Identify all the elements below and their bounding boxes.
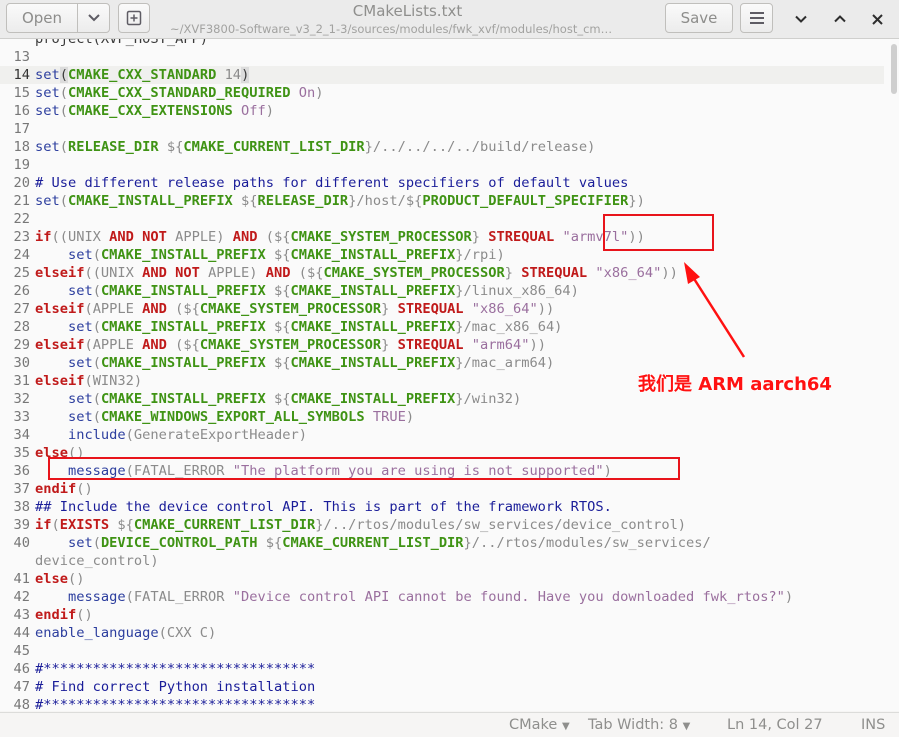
- language-label: CMake: [509, 717, 558, 733]
- status-bar: CMake ▼ Tab Width: 8 ▼ Ln 14, Col 27 INS: [0, 712, 899, 737]
- cursor-position[interactable]: Ln 14, Col 27: [727, 717, 823, 733]
- caret-down-icon: ▼: [682, 721, 691, 732]
- caret-down-icon: ▼: [561, 721, 570, 732]
- annotation-arrow: [684, 262, 746, 358]
- insert-mode: INS: [861, 717, 886, 733]
- language-selector[interactable]: CMake ▼: [509, 717, 570, 733]
- annotation-text: 我们是 ARM aarch64: [638, 374, 832, 395]
- tab-width-selector[interactable]: Tab Width: 8 ▼: [588, 717, 690, 733]
- tab-width-label: Tab Width: 8: [588, 717, 679, 733]
